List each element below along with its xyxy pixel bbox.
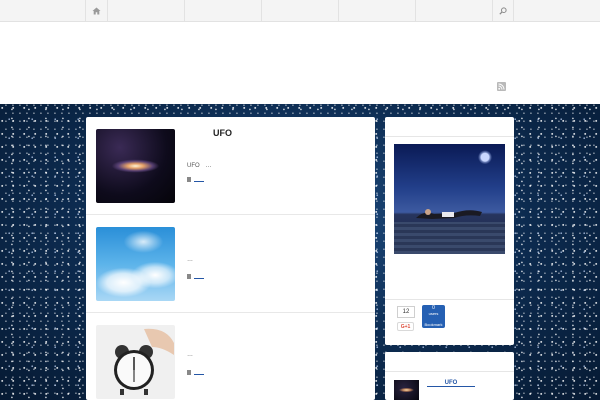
reclining-person xyxy=(416,209,482,219)
rooftop xyxy=(394,222,505,254)
nav-item-3[interactable] xyxy=(261,0,338,21)
widget-divider xyxy=(385,299,514,300)
nav-item-4[interactable] xyxy=(338,0,415,21)
post-item-2: … xyxy=(86,215,375,313)
post-excerpt: … xyxy=(187,352,193,358)
related-post-link[interactable]: UFO xyxy=(427,380,475,387)
nav-item-2[interactable] xyxy=(184,0,261,21)
gplus-button[interactable]: G+1 xyxy=(397,322,414,331)
category-link[interactable] xyxy=(194,373,204,375)
category-icon xyxy=(187,274,191,279)
share-count: 12 xyxy=(397,306,415,318)
category-link[interactable] xyxy=(194,180,204,182)
widget-divider xyxy=(385,136,514,137)
home-button[interactable] xyxy=(85,0,107,21)
nav-item-1[interactable] xyxy=(107,0,184,21)
post-excerpt: UFO … xyxy=(187,163,212,169)
category-link[interactable] xyxy=(194,277,204,279)
sidebar-widget-featured: 12 0 users Bookmark G+1 xyxy=(385,117,514,345)
site-header xyxy=(0,22,600,104)
bookmark-label: Bookmark xyxy=(424,322,443,327)
post-thumbnail-sky[interactable] xyxy=(96,227,175,301)
post-meta xyxy=(187,370,204,375)
home-icon xyxy=(92,7,101,14)
category-icon xyxy=(187,177,191,182)
post-meta xyxy=(187,177,204,182)
post-list: UFO UFO … … … xyxy=(86,117,375,400)
search-button[interactable] xyxy=(492,0,514,21)
widget-image-rooftop-night[interactable] xyxy=(394,144,505,254)
rss-icon[interactable] xyxy=(497,82,506,91)
category-icon xyxy=(187,370,191,375)
post-thumbnail-alarm-clock[interactable] xyxy=(96,325,175,399)
post-excerpt: … xyxy=(187,257,193,263)
sidebar-widget-related: UFO xyxy=(385,352,514,400)
post-thumbnail-galaxy[interactable] xyxy=(96,129,175,203)
top-navigation xyxy=(0,0,600,22)
post-title[interactable]: UFO xyxy=(213,128,232,138)
post-item-3: … xyxy=(86,313,375,400)
bookmark-button[interactable]: 0 users Bookmark xyxy=(422,305,445,328)
widget-divider xyxy=(385,371,514,372)
bookmark-unit: users xyxy=(428,311,439,316)
post-meta xyxy=(187,274,204,279)
related-thumbnail[interactable] xyxy=(394,380,419,400)
search-icon xyxy=(499,6,507,15)
post-item-1: UFO UFO … xyxy=(86,117,375,215)
nav-item-5[interactable] xyxy=(415,0,492,21)
